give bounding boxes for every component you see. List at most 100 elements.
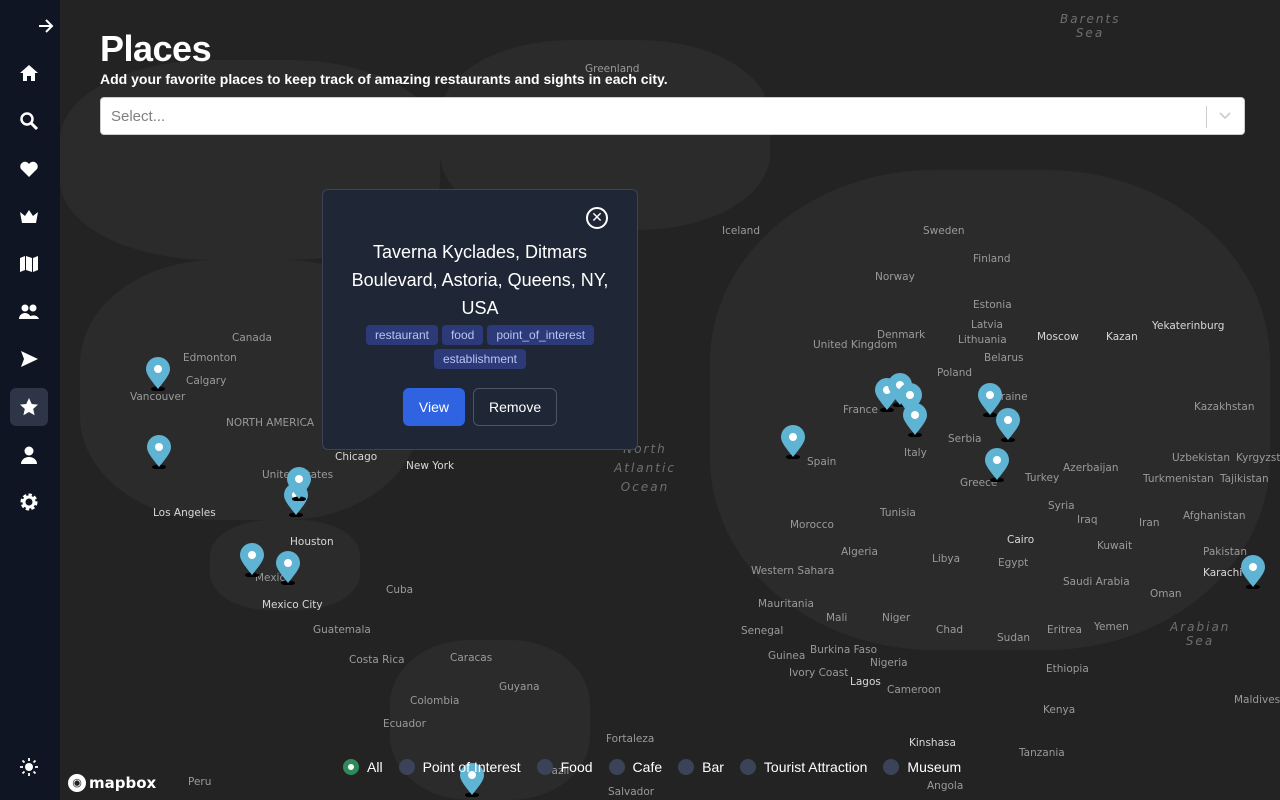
place-popup: ✕ Taverna Kyclades, Ditmars Boulevard, A… (322, 189, 638, 450)
page-subtitle: Add your favorite places to keep track o… (100, 71, 668, 87)
place-marker[interactable] (286, 467, 312, 501)
radio-button[interactable] (883, 759, 900, 775)
map-label: Italy (904, 447, 927, 459)
map-label: Ethiopia (1046, 663, 1089, 675)
map-label: Senegal (741, 625, 784, 637)
map-label: Uzbekistan (1172, 452, 1230, 464)
place-marker[interactable] (984, 448, 1010, 482)
place-marker[interactable] (902, 403, 928, 437)
map-label: Nigeria (870, 657, 908, 669)
popup-title: Taverna Kyclades, Ditmars Boulevard, Ast… (351, 242, 609, 318)
place-select[interactable]: Select... (100, 97, 1245, 135)
arrow-right-icon (39, 19, 54, 33)
sidebar-item-send[interactable] (10, 340, 48, 378)
map-label: Tanzania (1019, 747, 1065, 759)
map-label: Burkina Faso (810, 644, 878, 656)
sidebar-item-star[interactable] (10, 388, 48, 426)
filter-all[interactable]: All (343, 759, 383, 775)
map-label: NORTH AMERICA (226, 417, 315, 429)
map-label: New York (406, 460, 455, 472)
map-label: Mexico City (262, 599, 323, 611)
filter-food[interactable]: Food (536, 759, 593, 775)
map-label: Belarus (984, 352, 1024, 364)
map-label: Barents Sea (1060, 12, 1121, 40)
tag-list: restaurant food point_of_interest establ… (343, 325, 617, 369)
map-label: Arabian Sea (1170, 620, 1231, 648)
sidebar-item-gear[interactable] (10, 483, 48, 521)
map-label: Kinshasa (909, 737, 956, 749)
map-label: Edmonton (183, 352, 237, 364)
map-label: Afghanistan (1183, 510, 1246, 522)
map-label: Estonia (973, 299, 1012, 311)
home-icon (20, 65, 38, 81)
heart-icon (20, 161, 38, 177)
radio-button[interactable] (343, 759, 359, 775)
map-label: Cairo (1007, 534, 1035, 546)
place-marker[interactable] (995, 408, 1021, 442)
tag: establishment (433, 349, 527, 369)
sidebar-item-user[interactable] (10, 436, 48, 474)
map-label: Calgary (186, 375, 227, 387)
tag: restaurant (365, 325, 438, 345)
place-marker[interactable] (239, 543, 265, 577)
map-label: Norway (875, 271, 915, 283)
map-label: Guatemala (313, 624, 371, 636)
radio-button[interactable] (739, 759, 756, 775)
place-marker[interactable] (146, 435, 172, 469)
map-label: Mali (826, 612, 848, 624)
place-marker[interactable] (780, 425, 806, 459)
place-marker[interactable] (275, 551, 301, 585)
map-label: Iran (1139, 517, 1160, 529)
crown-icon (20, 210, 38, 223)
search-icon (20, 112, 39, 131)
close-icon[interactable]: ✕ (586, 207, 608, 229)
view-button[interactable]: View (402, 388, 465, 426)
filter-point-of-interest[interactable]: Point of Interest (398, 759, 521, 775)
map-label: Guyana (499, 681, 540, 693)
sidebar-item-home[interactable] (10, 54, 48, 92)
map-label: Turkey (1025, 472, 1060, 484)
map-label: Costa Rica (349, 654, 405, 666)
map-label: Serbia (948, 433, 982, 445)
radio-button[interactable] (398, 759, 415, 775)
filter-label: Cafe (632, 759, 663, 775)
filter-tourist-attraction[interactable]: Tourist Attraction (739, 759, 867, 775)
map-label: Libya (932, 553, 961, 565)
map-label: Kazakhstan (1194, 401, 1255, 413)
map-label: Guinea (768, 650, 806, 662)
sidebar-item-sun[interactable] (10, 748, 48, 786)
map-label: Oman (1150, 588, 1182, 600)
map-label: Latvia (971, 319, 1003, 331)
map-label: Morocco (790, 519, 834, 531)
map-label: Algeria (841, 546, 878, 558)
sidebar-item-users[interactable] (10, 293, 48, 331)
sidebar-item-map[interactable] (10, 245, 48, 283)
map-label: Maldives (1234, 694, 1280, 706)
map-label: Kuwait (1097, 540, 1133, 552)
filter-bar[interactable]: Bar (678, 759, 724, 775)
map-label: Moscow (1037, 331, 1079, 343)
sidebar-item-search[interactable] (10, 102, 48, 140)
sun-icon (20, 758, 38, 776)
sidebar-item-heart[interactable] (10, 150, 48, 188)
place-marker[interactable] (145, 357, 171, 391)
map-label: Chad (936, 624, 964, 636)
filter-museum[interactable]: Museum (883, 759, 961, 775)
mapbox-logo[interactable]: ◉ mapbox (68, 774, 156, 792)
radio-button[interactable] (678, 759, 695, 775)
map-label: Spain (807, 456, 837, 468)
map-label: Egypt (998, 557, 1029, 569)
map-label: Mauritania (758, 598, 814, 610)
chevron-down-icon[interactable] (1218, 108, 1232, 122)
category-filter: All Point of Interest Food Cafe Bar Tourist A… (343, 759, 977, 775)
radio-button[interactable] (536, 759, 553, 775)
sidebar-item-crown[interactable] (10, 198, 48, 236)
radio-button[interactable] (608, 759, 625, 775)
place-marker[interactable] (1240, 555, 1266, 589)
remove-button[interactable]: Remove (472, 388, 558, 426)
sidebar (0, 0, 60, 800)
sidebar-item-arrow-right[interactable] (27, 7, 65, 45)
map-label: Salvador (608, 786, 655, 798)
filter-cafe[interactable]: Cafe (608, 759, 663, 775)
map-label: Lagos (850, 676, 881, 688)
